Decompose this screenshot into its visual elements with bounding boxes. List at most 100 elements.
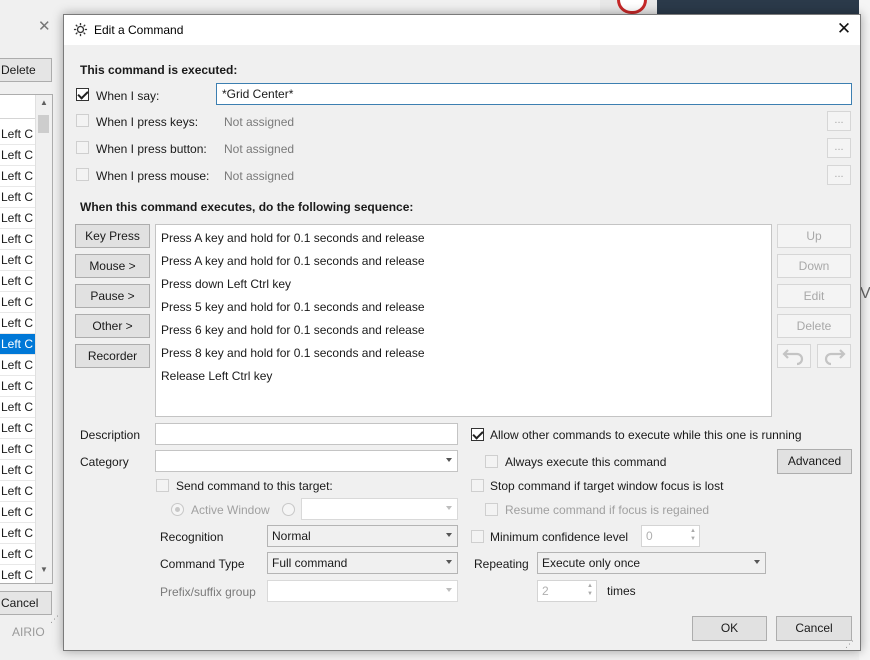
description-input[interactable] bbox=[155, 423, 458, 445]
background-right-text: V bbox=[860, 285, 870, 302]
scroll-up-arrow-icon[interactable]: ▲ bbox=[40, 98, 48, 107]
chevron-down-icon bbox=[754, 560, 760, 564]
background-command-list[interactable]: Left C Left C Left C Left C Left C Left C Left… bbox=[0, 94, 53, 584]
background-list-row[interactable]: Left C bbox=[0, 565, 35, 583]
resume-on-focus-checkbox[interactable] bbox=[485, 503, 498, 516]
specific-window-radio[interactable] bbox=[282, 503, 295, 516]
sequence-item[interactable]: Press 5 key and hold for 0.1 seconds and… bbox=[161, 300, 425, 314]
key-press-button[interactable]: Key Press bbox=[75, 224, 150, 248]
delete-action-button[interactable]: Delete bbox=[777, 314, 851, 338]
redo-button[interactable] bbox=[817, 344, 851, 368]
background-list-row[interactable]: Left C bbox=[0, 292, 35, 313]
background-list-row[interactable]: Left C bbox=[0, 460, 35, 481]
when-i-say-checkbox[interactable] bbox=[76, 88, 89, 101]
scroll-thumb[interactable] bbox=[38, 115, 49, 133]
spin-up-icon[interactable]: ▲ bbox=[587, 583, 593, 589]
background-list-row[interactable]: Left C bbox=[0, 187, 35, 208]
move-up-button[interactable]: Up bbox=[777, 224, 851, 248]
assign-mouse-button[interactable]: ... bbox=[827, 165, 851, 185]
background-list-row[interactable]: Left C bbox=[0, 397, 35, 418]
spin-down-icon[interactable]: ▼ bbox=[690, 536, 696, 542]
repeating-dropdown[interactable]: Execute only once bbox=[537, 552, 766, 574]
undo-icon bbox=[782, 349, 804, 366]
background-list-row[interactable]: Left C bbox=[0, 376, 35, 397]
background-list-row[interactable]: Left C bbox=[0, 334, 35, 355]
background-list-row[interactable]: Left C bbox=[0, 418, 35, 439]
close-icon[interactable]: ✕ bbox=[834, 20, 854, 39]
background-list-row[interactable]: Left C bbox=[0, 229, 35, 250]
category-dropdown[interactable] bbox=[155, 450, 458, 472]
send-to-target-label: Send command to this target: bbox=[176, 479, 333, 493]
redo-icon bbox=[824, 349, 846, 366]
background-list-row[interactable]: Left C bbox=[0, 502, 35, 523]
resize-grip-icon[interactable]: ⋰ bbox=[845, 639, 854, 650]
min-confidence-checkbox[interactable] bbox=[471, 530, 484, 543]
min-confidence-spinner[interactable]: 0 ▲ ▼ bbox=[641, 525, 700, 547]
ok-button[interactable]: OK bbox=[692, 616, 767, 641]
when-i-press-keys-checkbox[interactable] bbox=[76, 114, 89, 127]
undo-button[interactable] bbox=[777, 344, 811, 368]
mouse-value: Not assigned bbox=[224, 169, 295, 183]
background-list-row[interactable]: Left C bbox=[0, 166, 35, 187]
assign-keys-button[interactable]: ... bbox=[827, 111, 851, 131]
sequence-item[interactable]: Press A key and hold for 0.1 seconds and… bbox=[161, 231, 425, 245]
background-list-row[interactable]: Left C bbox=[0, 124, 35, 145]
background-list-scrollbar[interactable]: ▲ ▼ bbox=[35, 95, 52, 583]
target-window-dropdown[interactable] bbox=[301, 498, 458, 520]
recorder-button[interactable]: Recorder bbox=[75, 344, 150, 368]
background-list-row[interactable]: Left C bbox=[0, 355, 35, 376]
send-to-target-checkbox[interactable] bbox=[156, 479, 169, 492]
title-bar: Edit a Command ✕ bbox=[64, 15, 860, 45]
background-list-row[interactable]: Left C bbox=[0, 250, 35, 271]
background-list-row[interactable]: Left C bbox=[0, 439, 35, 460]
when-i-say-input[interactable]: *Grid Center* bbox=[216, 83, 852, 105]
sequence-item[interactable]: Press down Left Ctrl key bbox=[161, 277, 291, 291]
sequence-item[interactable]: Press 6 key and hold for 0.1 seconds and… bbox=[161, 323, 425, 337]
recognition-dropdown[interactable]: Normal bbox=[267, 525, 458, 547]
edit-action-button[interactable]: Edit bbox=[777, 284, 851, 308]
background-list-row[interactable]: Left C bbox=[0, 544, 35, 565]
always-execute-label: Always execute this command bbox=[505, 455, 667, 469]
spin-down-icon[interactable]: ▼ bbox=[587, 591, 593, 597]
background-close-icon[interactable]: ✕ bbox=[38, 19, 52, 34]
command-type-dropdown[interactable]: Full command bbox=[267, 552, 458, 574]
background-list-row[interactable]: Left C bbox=[0, 523, 35, 544]
background-list-row[interactable]: Left C bbox=[0, 481, 35, 502]
when-i-press-keys-label: When I press keys: bbox=[96, 115, 199, 129]
background-list-row[interactable]: Left C bbox=[0, 313, 35, 334]
spin-up-icon[interactable]: ▲ bbox=[690, 528, 696, 534]
repeat-times-value: 2 bbox=[542, 584, 549, 598]
other-button[interactable]: Other > bbox=[75, 314, 150, 338]
mouse-button[interactable]: Mouse > bbox=[75, 254, 150, 278]
button-value: Not assigned bbox=[224, 142, 295, 156]
when-i-press-mouse-checkbox[interactable] bbox=[76, 168, 89, 181]
dialog-title: Edit a Command bbox=[94, 23, 184, 37]
when-i-press-button-label: When I press button: bbox=[96, 142, 207, 156]
resize-grip-icon: ⋰ bbox=[50, 614, 59, 624]
scroll-down-arrow-icon[interactable]: ▼ bbox=[40, 565, 48, 574]
action-sequence-list[interactable]: Press A key and hold for 0.1 seconds and… bbox=[155, 224, 772, 417]
pause-button[interactable]: Pause > bbox=[75, 284, 150, 308]
when-i-press-button-checkbox[interactable] bbox=[76, 141, 89, 154]
background-list-header bbox=[0, 95, 35, 119]
sequence-item[interactable]: Press A key and hold for 0.1 seconds and… bbox=[161, 254, 425, 268]
background-delete-button[interactable]: Delete bbox=[0, 58, 52, 82]
advanced-button[interactable]: Advanced bbox=[777, 449, 852, 474]
background-list-row[interactable]: Left C bbox=[0, 271, 35, 292]
assign-button-button[interactable]: ... bbox=[827, 138, 851, 158]
background-list-row[interactable]: Left C bbox=[0, 145, 35, 166]
background-cancel-button[interactable]: Cancel bbox=[0, 591, 52, 615]
sequence-item[interactable]: Press 8 key and hold for 0.1 seconds and… bbox=[161, 346, 425, 360]
always-execute-checkbox[interactable] bbox=[485, 455, 498, 468]
repeat-times-spinner[interactable]: 2 ▲ ▼ bbox=[537, 580, 597, 602]
prefix-suffix-dropdown[interactable] bbox=[267, 580, 458, 602]
allow-other-commands-checkbox[interactable] bbox=[471, 428, 484, 441]
prefix-suffix-label: Prefix/suffix group bbox=[160, 585, 256, 599]
cancel-button[interactable]: Cancel bbox=[776, 616, 852, 641]
when-i-press-mouse-label: When I press mouse: bbox=[96, 169, 210, 183]
stop-on-focus-lost-checkbox[interactable] bbox=[471, 479, 484, 492]
active-window-radio[interactable] bbox=[171, 503, 184, 516]
move-down-button[interactable]: Down bbox=[777, 254, 851, 278]
sequence-item[interactable]: Release Left Ctrl key bbox=[161, 369, 272, 383]
background-list-row[interactable]: Left C bbox=[0, 208, 35, 229]
